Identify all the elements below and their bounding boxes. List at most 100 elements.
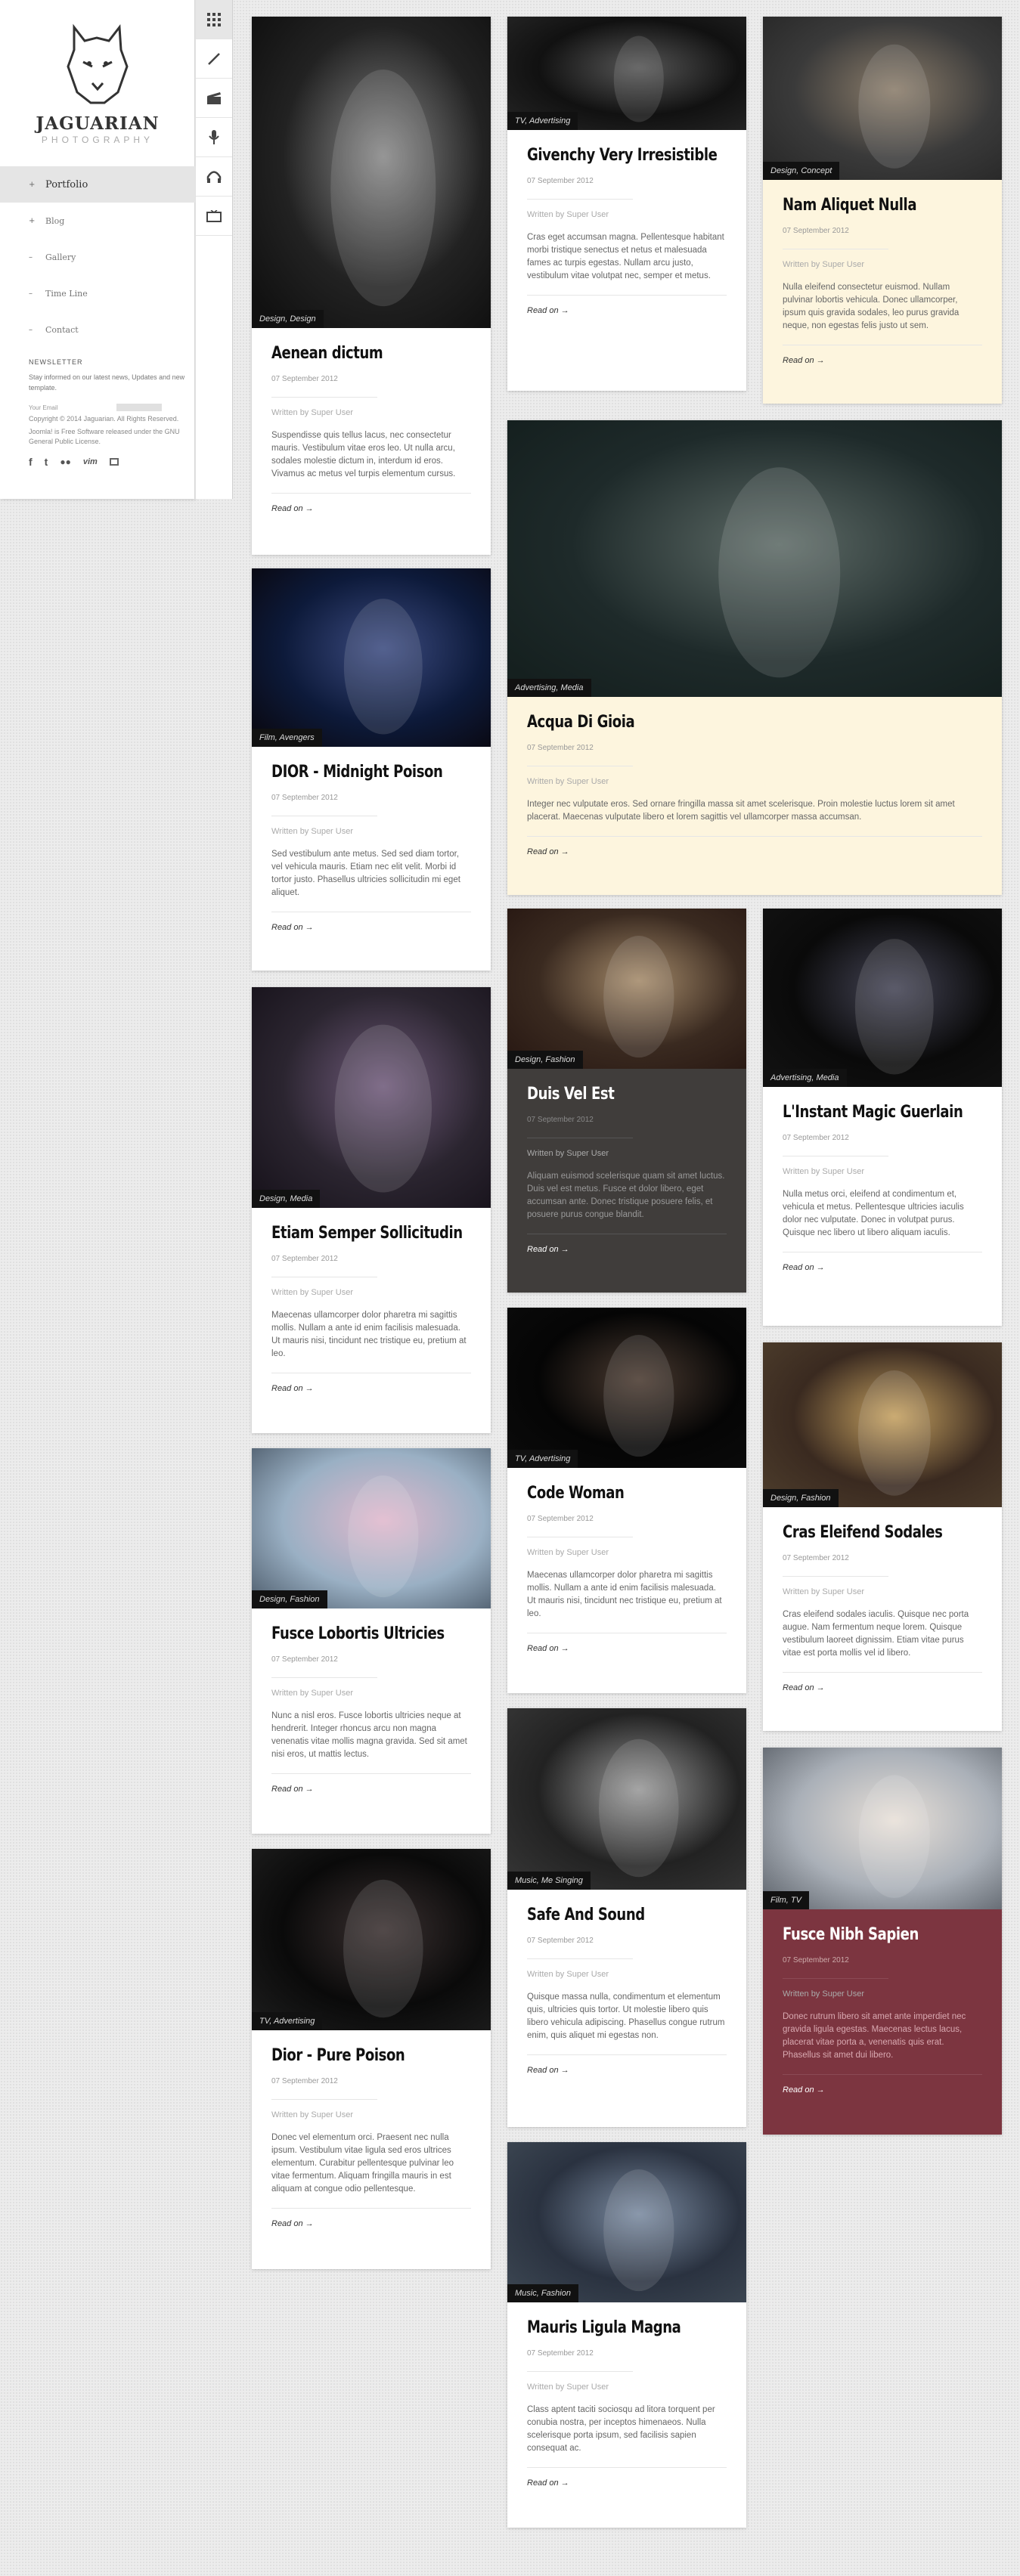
category-tag[interactable]: Design, Media [252, 1190, 321, 1208]
vimeo-icon[interactable]: vim [83, 457, 98, 466]
nav-item-contact[interactable]: – Contact [0, 311, 195, 348]
post-title[interactable]: Etiam Semper Sollicitudin [271, 1223, 463, 1244]
category-tag[interactable]: Film, TV [763, 1891, 809, 1909]
category-tag[interactable]: Advertising, Media [507, 679, 591, 697]
logo[interactable]: JAGUARIAN PHOTOGRAPHY [0, 0, 195, 159]
category-tag[interactable]: Film, Avengers [252, 729, 322, 747]
post-author: Written by Super User [271, 827, 354, 836]
email-field[interactable] [116, 404, 162, 411]
read-on-link[interactable]: Read on → [527, 1644, 727, 1653]
post-card[interactable]: Design, Fashion Fusce Lobortis Ultricies 0… [252, 1448, 491, 1834]
read-on-link[interactable]: Read on → [271, 923, 471, 932]
post-card[interactable]: Music, Me Singing Safe And Sound 07 Septem… [507, 1708, 746, 2127]
post-title[interactable]: Dior - Pure Poison [271, 2045, 435, 2067]
post-title[interactable]: Code Woman [527, 1483, 690, 1504]
post-title[interactable]: Givenchy Very Irresistible [527, 145, 718, 166]
read-on-link[interactable]: Read on → [783, 356, 982, 365]
post-title[interactable]: Acqua Di Gioia [527, 712, 901, 733]
category-tag[interactable]: Design, Concept [763, 162, 840, 180]
nav-item-timeline[interactable]: – Time Line [0, 275, 195, 311]
post-title[interactable]: L'Instant Magic Guerlain [783, 1102, 963, 1123]
post-card[interactable]: TV, Advertising Givenchy Very Irresistibl… [507, 17, 746, 391]
post-title[interactable]: Mauris Ligula Magna [527, 2317, 690, 2339]
nav-marker: + [29, 180, 36, 189]
post-title[interactable]: Nam Aliquet Nulla [783, 195, 946, 216]
nav-item-portfolio[interactable]: + Portfolio [0, 166, 195, 203]
post-author: Written by Super User [527, 777, 609, 786]
read-on-link[interactable]: Read on → [783, 1263, 982, 1272]
post-card[interactable]: Film, Avengers DIOR - Midnight Poison 07 S… [252, 568, 491, 971]
read-on-link[interactable]: Read on → [271, 2219, 471, 2228]
read-on-link[interactable]: Read on → [527, 847, 982, 856]
post-title[interactable]: Fusce Nibh Sapien [783, 1924, 946, 1946]
post-thumbnail[interactable]: Design, Media [252, 987, 491, 1208]
post-card[interactable]: Advertising, Media L'Instant Magic Guerla… [763, 909, 1002, 1326]
post-title[interactable]: Aenean dictum [271, 343, 435, 364]
post-card[interactable]: Film, TV Fusce Nibh Sapien 07 September 20… [763, 1748, 1002, 2135]
read-on-link[interactable]: Read on → [271, 504, 471, 513]
post-card[interactable]: Design, Fashion Duis Vel Est 07 September … [507, 909, 746, 1293]
read-on-link[interactable]: Read on → [783, 2085, 982, 2095]
category-tag[interactable]: Advertising, Media [763, 1069, 847, 1087]
post-thumbnail[interactable]: TV, Advertising [507, 17, 746, 130]
post-excerpt: Sed vestibulum ante metus. Sed sed diam … [271, 848, 471, 912]
facebook-icon[interactable]: f [29, 456, 33, 468]
post-date: 07 September 2012 [271, 2077, 377, 2100]
tv-icon[interactable] [196, 197, 232, 236]
post-title[interactable]: DIOR - Midnight Poison [271, 762, 443, 783]
nav-item-gallery[interactable]: – Gallery [0, 239, 195, 275]
microphone-icon[interactable] [196, 118, 232, 157]
post-title[interactable]: Duis Vel Est [527, 1084, 690, 1105]
post-card[interactable]: Music, Fashion Mauris Ligula Magna 07 Sept… [507, 2142, 746, 2528]
category-tag[interactable]: Design, Fashion [507, 1051, 583, 1069]
category-tag[interactable]: Design, Fashion [763, 1489, 839, 1507]
grid-icon[interactable] [196, 0, 232, 39]
post-card[interactable]: Design, Media Etiam Semper Sollicitudin 07… [252, 987, 491, 1433]
twitter-icon[interactable]: t [45, 456, 48, 468]
post-thumbnail[interactable]: Film, TV [763, 1748, 1002, 1909]
post-author: Written by Super User [783, 260, 865, 269]
post-card[interactable]: Design, Concept Nam Aliquet Nulla 07 Septe… [763, 17, 1002, 404]
post-thumbnail[interactable]: Music, Me Singing [507, 1708, 746, 1890]
read-on-link[interactable]: Read on → [271, 1384, 471, 1393]
read-on-link[interactable]: Read on → [527, 2478, 727, 2488]
brush-icon[interactable] [196, 39, 232, 79]
post-thumbnail[interactable]: Music, Fashion [507, 2142, 746, 2302]
category-tag[interactable]: TV, Advertising [507, 1450, 578, 1468]
category-tag[interactable]: TV, Advertising [252, 2012, 323, 2030]
post-card[interactable]: Design, Fashion Cras Eleifend Sodales 07 S… [763, 1342, 1002, 1731]
post-thumbnail[interactable]: Advertising, Media [507, 420, 1002, 697]
post-thumbnail[interactable]: Design, Fashion [763, 1342, 1002, 1507]
category-tag[interactable]: Design, Fashion [252, 1590, 327, 1608]
post-title[interactable]: Fusce Lobortis Ultricies [271, 1624, 445, 1645]
read-on-link[interactable]: Read on → [527, 2066, 727, 2075]
rss-icon[interactable] [109, 458, 119, 466]
post-title[interactable]: Safe And Sound [527, 1905, 690, 1926]
post-card[interactable]: TV, Advertising Dior - Pure Poison 07 Sept… [252, 1849, 491, 2269]
post-card[interactable]: Design, Design Aenean dictum 07 September … [252, 17, 491, 555]
post-thumbnail[interactable]: Design, Fashion [507, 909, 746, 1069]
post-card[interactable]: Advertising, Media Acqua Di Gioia 07 Septe… [507, 420, 1002, 895]
nav-marker: – [29, 325, 33, 334]
post-thumbnail[interactable]: Design, Fashion [252, 1448, 491, 1608]
read-on-link[interactable]: Read on → [271, 1785, 471, 1794]
post-card[interactable]: TV, Advertising Code Woman 07 September 20… [507, 1308, 746, 1693]
headphones-icon[interactable] [196, 157, 232, 197]
category-tag[interactable]: Music, Me Singing [507, 1872, 591, 1890]
nav-item-blog[interactable]: + Blog [0, 203, 195, 239]
post-thumbnail[interactable]: Film, Avengers [252, 568, 491, 747]
film-clapper-icon[interactable] [196, 79, 232, 118]
read-on-link[interactable]: Read on → [783, 1683, 982, 1692]
read-on-link[interactable]: Read on → [527, 306, 727, 315]
post-thumbnail[interactable]: Design, Design [252, 17, 491, 328]
post-thumbnail[interactable]: TV, Advertising [252, 1849, 491, 2030]
post-thumbnail[interactable]: Advertising, Media [763, 909, 1002, 1087]
category-tag[interactable]: TV, Advertising [507, 112, 578, 130]
category-tag[interactable]: Design, Design [252, 310, 324, 328]
post-thumbnail[interactable]: Design, Concept [763, 17, 1002, 180]
post-thumbnail[interactable]: TV, Advertising [507, 1308, 746, 1468]
post-title[interactable]: Cras Eleifend Sodales [783, 1522, 946, 1543]
read-on-link[interactable]: Read on → [527, 1245, 727, 1254]
flickr-icon[interactable]: ●● [60, 457, 71, 467]
category-tag[interactable]: Music, Fashion [507, 2284, 578, 2302]
